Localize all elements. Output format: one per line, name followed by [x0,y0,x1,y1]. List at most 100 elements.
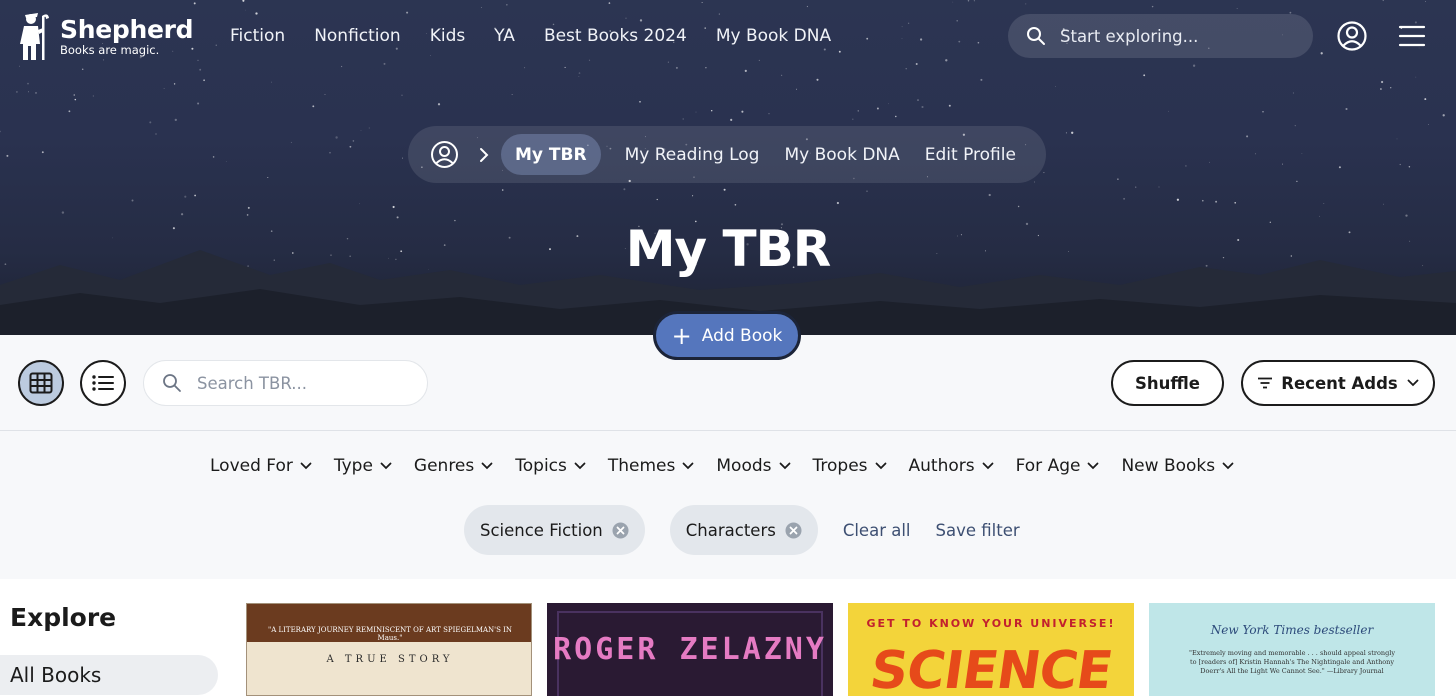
star [1209,161,1211,163]
save-filter-link[interactable]: Save filter [936,521,1020,540]
shuffle-button[interactable]: Shuffle [1111,360,1224,406]
star [823,48,826,51]
star [1379,88,1382,90]
star [639,19,643,22]
tbr-search-input[interactable]: Search TBR... [143,360,428,406]
star [1158,186,1160,188]
star [131,199,134,202]
star [710,109,713,112]
star [247,206,250,209]
filter-label: Tropes [812,456,868,476]
book-card[interactable]: "A LITERARY JOURNEY REMINISCENT OF ART S… [246,603,532,696]
list-view-button[interactable] [80,360,126,406]
sort-dropdown[interactable]: Recent Adds [1241,360,1435,406]
sidebar-item-all-books[interactable]: All Books [0,655,218,695]
star [290,141,292,144]
filter-themes[interactable]: Themes [608,456,695,476]
nav-fiction[interactable]: Fiction [230,24,285,48]
add-book-button[interactable]: + Add Book [653,311,801,360]
star [15,90,18,93]
star [980,78,983,81]
star [958,40,961,43]
star [1236,8,1238,9]
filter-genres[interactable]: Genres [414,456,493,476]
filter-new-books[interactable]: New Books [1121,456,1234,476]
star [758,59,760,61]
star [155,133,157,135]
star [349,145,352,148]
filter-label: Topics [515,456,567,476]
star [1390,87,1392,89]
shepherd-logo[interactable]: Shepherd Books are magic. [16,10,194,62]
tab-my-tbr[interactable]: My TBR [501,134,601,175]
filter-type[interactable]: Type [334,456,392,476]
nav-ya[interactable]: YA [494,24,515,48]
star [27,82,29,85]
tbr-search-placeholder: Search TBR... [197,373,307,393]
star [359,203,360,205]
star [1399,163,1401,166]
star [267,176,269,179]
chevron-down-icon [779,462,790,470]
star [35,92,37,94]
star [915,63,918,65]
remove-chip-icon[interactable] [785,522,802,539]
clear-all-link[interactable]: Clear all [843,521,911,540]
book-card[interactable]: ROGER ZELAZNY [547,603,833,696]
search-icon [163,374,181,392]
filter-label: Genres [413,456,475,476]
filter-label: Authors [908,456,975,476]
account-icon[interactable] [1336,20,1368,52]
star [1382,0,1384,2]
book-card[interactable]: GET TO KNOW YOUR UNIVERSE! SCIENCE [848,603,1134,696]
star [1396,138,1398,140]
filter-loved-for[interactable]: Loved For [210,456,312,476]
nav-nonfiction[interactable]: Nonfiction [314,24,401,48]
chevron-down-icon [574,462,586,470]
remove-chip-icon[interactable] [612,522,629,539]
grid-view-button[interactable] [18,360,64,406]
book-card[interactable]: New York Times bestseller "Extremely mov… [1149,603,1435,696]
brand-tagline: Books are magic. [60,42,160,57]
nav-best-books-2024[interactable]: Best Books 2024 [544,24,687,48]
star [437,103,441,106]
nav-kids[interactable]: Kids [430,24,466,48]
star [19,65,21,67]
tab-my-book-dna[interactable]: My Book DNA [784,145,899,165]
star [225,161,227,162]
star [242,0,245,2]
filter-topics[interactable]: Topics [515,456,586,476]
star [92,95,94,97]
profile-icon[interactable] [430,140,459,169]
shepherd-icon [20,13,49,60]
star [895,115,897,118]
star [623,188,626,191]
nav-my-book-dna[interactable]: My Book DNA [716,24,831,48]
global-search-input[interactable]: Start exploring... [1008,14,1313,58]
tab-edit-profile[interactable]: Edit Profile [925,145,1016,165]
filter-authors[interactable]: Authors [909,456,994,476]
hamburger-menu-icon[interactable] [1398,24,1426,48]
star [952,1,954,3]
star [1442,114,1445,117]
star [245,9,246,11]
filter-moods[interactable]: Moods [716,456,790,476]
star [1034,181,1035,183]
star [744,69,747,72]
filter-tropes[interactable]: Tropes [813,456,887,476]
star [1202,199,1204,202]
star [857,110,859,112]
star [184,195,187,198]
tab-my-reading-log[interactable]: My Reading Log [625,145,760,165]
star [945,59,948,62]
star [730,118,733,121]
filter-chip-characters[interactable]: Characters [669,505,818,555]
star [1282,163,1284,165]
list-icon [92,375,114,391]
filter-chip-science-fiction[interactable]: Science Fiction [464,505,645,555]
star [246,214,249,216]
book-cover-tagline: New York Times bestseller [1210,623,1374,637]
star [578,72,581,74]
filter-for-age[interactable]: For Age [1016,456,1100,476]
star [917,99,919,101]
